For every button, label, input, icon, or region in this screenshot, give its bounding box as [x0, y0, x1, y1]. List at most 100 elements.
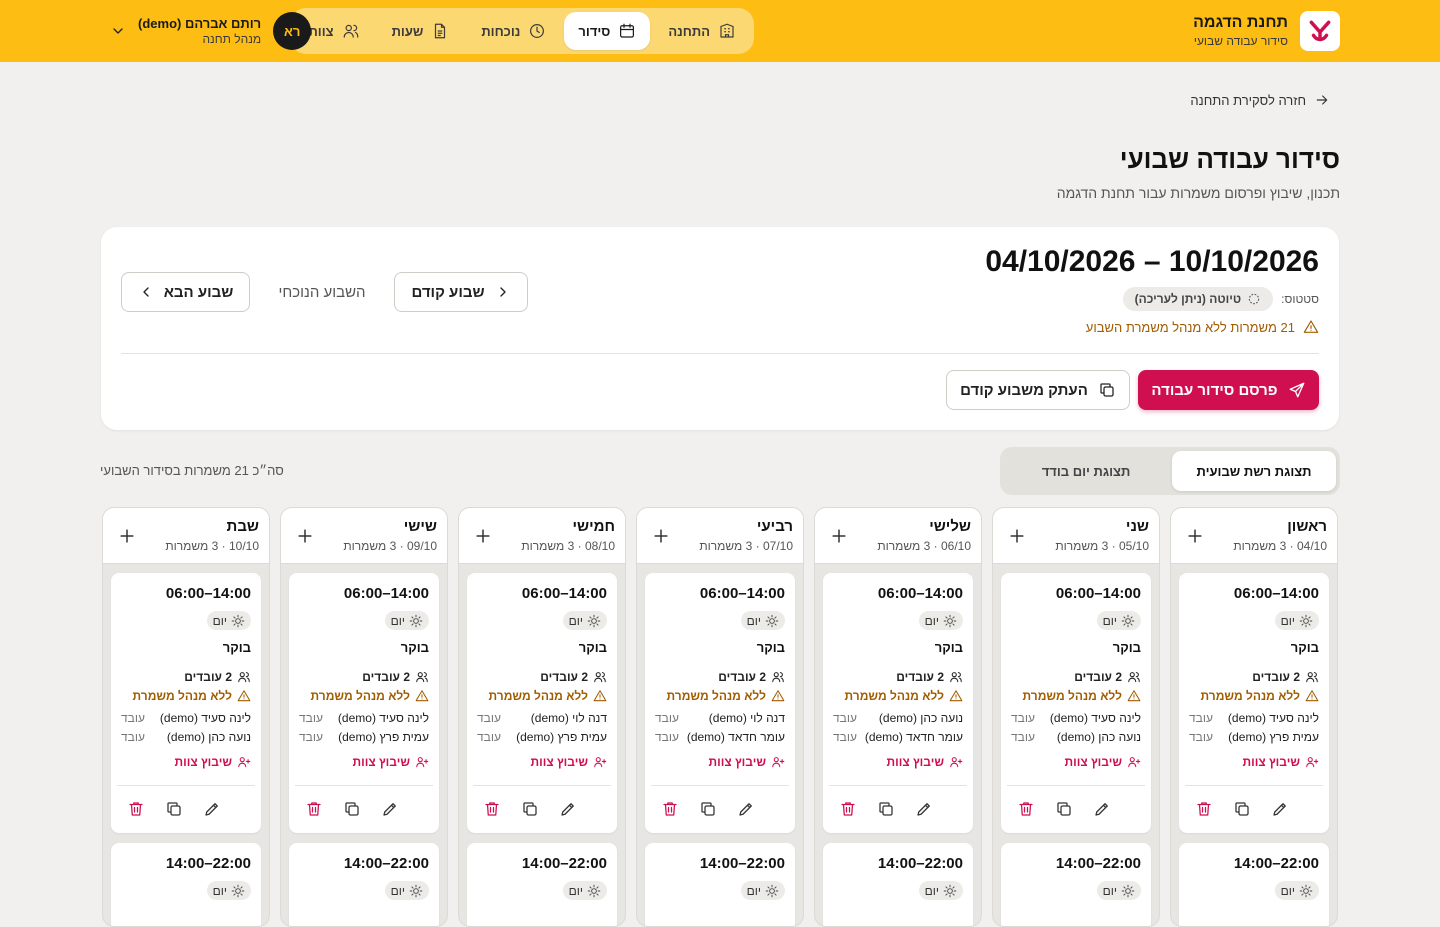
shift-card[interactable]: 06:00–14:00 יום בוקר 2 עובדים ללא מנהל מ…	[645, 573, 795, 833]
plus-icon[interactable]	[829, 526, 849, 546]
assign-staff-button[interactable]: שיבוץ צוות	[1243, 755, 1319, 769]
employee-row: עומר חדאד (demo) עובד	[655, 730, 785, 744]
user-plus-icon	[416, 757, 429, 768]
tab-single-day[interactable]: תצוגת יום בודד	[1004, 451, 1168, 491]
assign-staff-button[interactable]: שיבוץ צוות	[531, 755, 607, 769]
current-week-button[interactable]: השבוע הנוכחי	[267, 272, 377, 312]
edit-icon[interactable]	[737, 800, 755, 818]
duplicate-icon[interactable]	[521, 800, 539, 818]
nav-station[interactable]: התחנה	[654, 12, 750, 50]
brand[interactable]: תחנת הדגמה סידור עבודה שבועי	[1193, 11, 1340, 51]
employee-role: עובד	[1189, 711, 1213, 725]
next-week-button[interactable]: שבוע הבא	[121, 272, 250, 312]
day-name: חמישי	[572, 518, 615, 535]
duplicate-icon[interactable]	[343, 800, 361, 818]
employee-row: עומר חדאד (demo) עובד	[833, 730, 963, 744]
edit-icon[interactable]	[915, 800, 933, 818]
shift-staff-count: 2 עובדים	[540, 670, 607, 684]
edit-icon[interactable]	[1271, 800, 1289, 818]
users-icon	[594, 672, 606, 683]
edit-icon[interactable]	[381, 800, 399, 818]
shift-card[interactable]: 14:00–22:00 יום	[111, 843, 261, 926]
trash-icon[interactable]	[127, 800, 145, 818]
shift-no-manager: ללא מנהל משמרת	[1201, 689, 1319, 703]
duplicate-icon[interactable]	[1233, 800, 1251, 818]
shift-card[interactable]: 06:00–14:00 יום בוקר 2 עובדים ללא מנהל מ…	[823, 573, 973, 833]
edit-icon[interactable]	[1093, 800, 1111, 818]
shift-time: 06:00–14:00	[1055, 585, 1141, 602]
assign-staff-button[interactable]: שיבוץ צוות	[887, 755, 963, 769]
nav-attendance[interactable]: נוכחות	[467, 12, 560, 50]
shift-type-badge: יום	[1096, 611, 1141, 630]
building-icon	[720, 23, 734, 38]
nav-schedule[interactable]: סידור	[564, 12, 651, 50]
plus-icon[interactable]	[473, 526, 493, 546]
shift-time: 14:00–22:00	[1055, 855, 1141, 872]
day-name: שלישי	[929, 518, 971, 535]
employee-name: עומר חדאד (demo)	[864, 730, 963, 744]
copy-prev-week-button[interactable]: העתק משבוע קודם	[946, 370, 1130, 410]
users-icon	[1128, 672, 1140, 683]
assign-staff-button[interactable]: שיבוץ צוות	[175, 755, 251, 769]
assign-staff-button[interactable]: שיבוץ צוות	[353, 755, 429, 769]
shift-card[interactable]: 14:00–22:00 יום	[823, 843, 973, 926]
employee-row: לינה סעיד (demo) עובד	[299, 711, 429, 725]
top-bar: תחנת הדגמה סידור עבודה שבועי התחנה סידור…	[0, 0, 1440, 62]
user-menu[interactable]: רא רותם אברהם (demo) מנהל תחנה	[110, 12, 312, 50]
employee-role: עובד	[1011, 711, 1035, 725]
employee-name: נועה כהן (demo)	[878, 711, 963, 725]
edit-icon[interactable]	[559, 800, 577, 818]
shift-card[interactable]: 14:00–22:00 יום	[467, 843, 617, 926]
employee-row: נועה כהן (demo) עובד	[1011, 730, 1141, 744]
warning-icon	[415, 690, 429, 702]
employee-row: לינה סעיד (demo) עובד	[121, 711, 251, 725]
trash-icon[interactable]	[1017, 800, 1035, 818]
duplicate-icon[interactable]	[165, 800, 183, 818]
plus-icon[interactable]	[1007, 526, 1027, 546]
card-divider	[121, 353, 1319, 354]
edit-icon[interactable]	[203, 800, 221, 818]
logo-icon	[1309, 20, 1331, 42]
shift-card[interactable]: 06:00–14:00 יום בוקר 2 עובדים ללא מנהל מ…	[1179, 573, 1329, 833]
users-icon	[343, 24, 358, 38]
trash-icon[interactable]	[661, 800, 679, 818]
assign-staff-button[interactable]: שיבוץ צוות	[709, 755, 785, 769]
page-subtitle: תכנון, שיבוץ ופרסום משמרות עבור תחנת הדג…	[1056, 185, 1340, 201]
back-link[interactable]: חזרה לסקירת התחנה	[1190, 92, 1330, 108]
shift-card[interactable]: 14:00–22:00 יום	[1001, 843, 1151, 926]
plus-icon[interactable]	[117, 526, 137, 546]
back-link-label: חזרה לסקירת התחנה	[1190, 92, 1306, 108]
shift-card[interactable]: 06:00–14:00 יום בוקר 2 עובדים ללא מנהל מ…	[289, 573, 439, 833]
duplicate-icon[interactable]	[699, 800, 717, 818]
trash-icon[interactable]	[483, 800, 501, 818]
shift-card[interactable]: 06:00–14:00 יום בוקר 2 עובדים ללא מנהל מ…	[111, 573, 261, 833]
shift-card[interactable]: 06:00–14:00 יום בוקר 2 עובדים ללא מנהל מ…	[467, 573, 617, 833]
user-plus-icon	[594, 757, 607, 768]
duplicate-icon[interactable]	[877, 800, 895, 818]
trash-icon[interactable]	[305, 800, 323, 818]
shift-card[interactable]: 14:00–22:00 יום	[645, 843, 795, 926]
trash-icon[interactable]	[839, 800, 857, 818]
shift-card[interactable]: 14:00–22:00 יום	[1179, 843, 1329, 926]
duplicate-icon[interactable]	[1055, 800, 1073, 818]
day-header: שלישי 06/10 · 3 משמרות	[815, 508, 981, 564]
assign-staff-label: שיבוץ צוות	[886, 755, 944, 769]
chevron-right-icon	[499, 287, 506, 297]
plus-icon[interactable]	[295, 526, 315, 546]
sun-icon	[409, 884, 423, 897]
assign-staff-button[interactable]: שיבוץ צוות	[1065, 755, 1141, 769]
warning-icon	[1303, 320, 1319, 333]
day-meta: 10/10 · 3 משמרות	[165, 539, 259, 553]
nav-hours[interactable]: שעות	[378, 12, 464, 50]
shift-name: בוקר	[756, 640, 785, 655]
shift-card[interactable]: 06:00–14:00 יום בוקר 2 עובדים ללא מנהל מ…	[1001, 573, 1151, 833]
shift-divider	[1185, 785, 1323, 786]
plus-icon[interactable]	[1185, 526, 1205, 546]
plus-icon[interactable]	[651, 526, 671, 546]
employee-name: דנה לוי (demo)	[708, 711, 785, 725]
trash-icon[interactable]	[1195, 800, 1213, 818]
prev-week-button[interactable]: שבוע קודם	[394, 272, 528, 312]
tab-week-grid[interactable]: תצוגת רשת שבועית	[1172, 451, 1336, 491]
shift-card[interactable]: 14:00–22:00 יום	[289, 843, 439, 926]
publish-button[interactable]: פרסם סידור עבודה	[1138, 370, 1319, 410]
